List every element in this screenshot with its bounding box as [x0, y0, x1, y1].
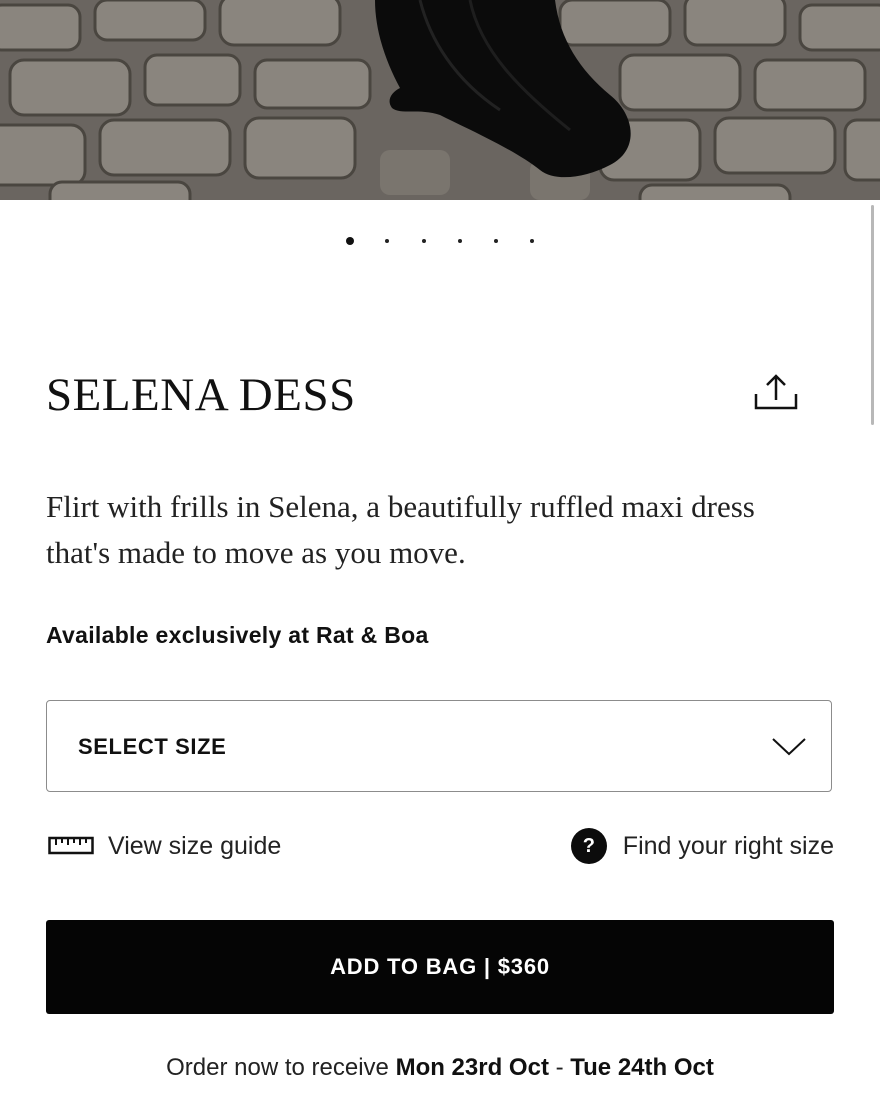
delivery-prefix: Order now to receive — [166, 1054, 396, 1081]
carousel-dot[interactable] — [458, 239, 462, 243]
delivery-separator: - — [548, 1054, 571, 1081]
find-size-link[interactable]: ? Find your right size — [570, 828, 834, 864]
carousel-dot-active[interactable] — [346, 237, 354, 245]
product-image[interactable] — [0, 0, 880, 200]
question-icon: ? — [570, 828, 607, 864]
carousel-dot[interactable] — [494, 239, 498, 243]
size-select-label: SELECT SIZE — [78, 734, 227, 759]
product-description: Flirt with frills in Selena, a beautiful… — [46, 489, 755, 570]
delivery-estimate: Order now to receive Mon 23rd Oct - Tue … — [0, 1054, 880, 1082]
size-select[interactable]: SELECT SIZE — [46, 700, 832, 792]
delivery-start-date: Mon 23rd Oct — [395, 1054, 549, 1081]
carousel-indicator — [340, 236, 540, 248]
exclusive-note: Available exclusively at Rat & Boa — [46, 622, 429, 648]
scrollbar[interactable] — [871, 205, 874, 425]
carousel-dot[interactable] — [530, 239, 534, 243]
product-photo-cobblestones — [0, 0, 880, 200]
carousel-dot[interactable] — [385, 239, 389, 243]
delivery-end-date: Tue 24th Oct — [570, 1054, 714, 1081]
chevron-down-icon — [772, 738, 806, 756]
share-button[interactable] — [752, 372, 800, 414]
add-to-bag-button[interactable]: ADD TO BAG | $360 — [46, 920, 834, 1014]
carousel-dot[interactable] — [422, 239, 426, 243]
find-size-label: Find your right size — [622, 831, 834, 860]
product-title: SELENA DESS — [46, 369, 356, 421]
share-icon — [754, 374, 798, 410]
size-guide-label: View size guide — [108, 831, 282, 860]
ruler-icon — [48, 836, 94, 855]
size-guide-link[interactable]: View size guide — [48, 830, 281, 862]
